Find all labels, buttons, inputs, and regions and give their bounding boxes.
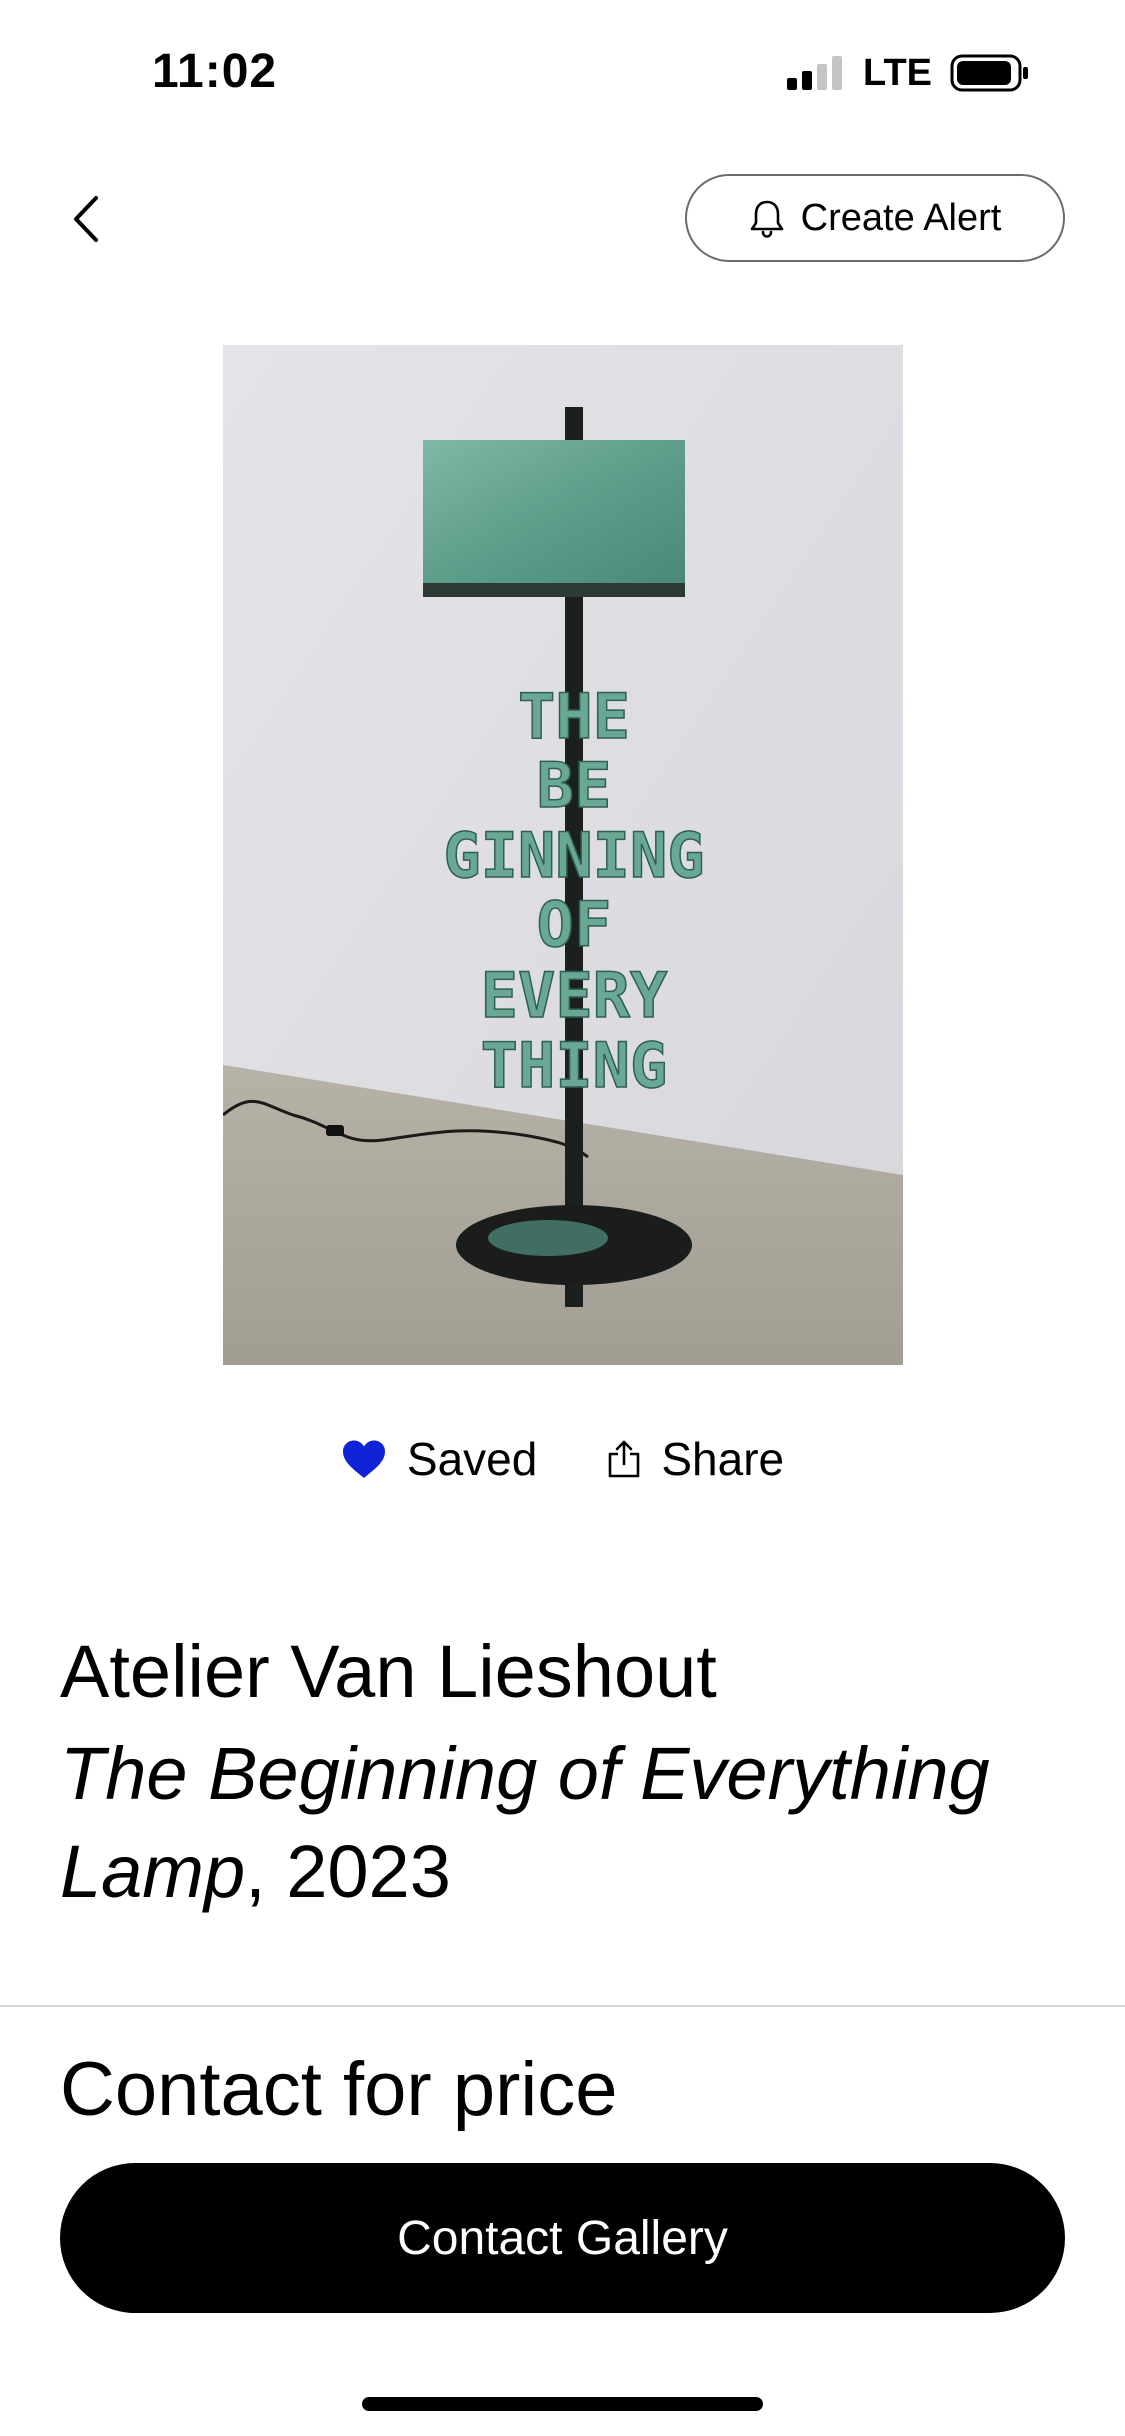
heart-icon (342, 1440, 385, 1478)
artwork-title-text: The Beginning of Everything Lamp (60, 1732, 990, 1913)
artwork-actions: Saved Share (0, 1432, 1125, 1486)
artwork-word: GINNING (443, 819, 704, 892)
share-icon (609, 1440, 640, 1478)
artwork-word: BE (537, 749, 612, 822)
status-bar: 11:02 LTE (0, 0, 1125, 150)
artwork-image[interactable]: THE BE GINNING OF EVERY THING (223, 345, 903, 1365)
back-button[interactable] (56, 184, 116, 254)
contact-gallery-button[interactable]: Contact Gallery (60, 2163, 1065, 2313)
network-type: LTE (863, 52, 932, 94)
artist-name[interactable]: Atelier Van Lieshout (60, 1628, 717, 1717)
artwork-photo: THE BE GINNING OF EVERY THING (223, 345, 903, 1365)
create-alert-label: Create Alert (800, 196, 1002, 239)
status-indicators: LTE (787, 54, 1030, 92)
create-alert-button[interactable]: Create Alert (685, 174, 1065, 262)
share-button[interactable]: Share (607, 1432, 784, 1486)
artwork-word: EVERY (481, 959, 668, 1032)
signal-strength-icon (787, 56, 843, 90)
artwork-title: The Beginning of Everything Lamp, 2023 (60, 1732, 990, 1913)
battery-icon (950, 54, 1028, 92)
artwork-word: THE (518, 680, 630, 753)
artwork-word: OF (537, 888, 612, 961)
share-label: Share (661, 1433, 785, 1485)
status-time: 11:02 (152, 45, 278, 98)
chevron-left-icon (74, 196, 98, 242)
artwork-year: 2023 (286, 1830, 451, 1913)
saved-label: Saved (406, 1433, 538, 1485)
divider (0, 2005, 1125, 2007)
contact-gallery-label: Contact Gallery (397, 2211, 728, 2265)
home-indicator[interactable] (362, 2397, 763, 2411)
bell-icon (750, 200, 783, 238)
price-text: Contact for price (60, 2047, 618, 2132)
saved-button[interactable]: Saved (341, 1432, 537, 1486)
artwork-word: THING (481, 1029, 668, 1102)
